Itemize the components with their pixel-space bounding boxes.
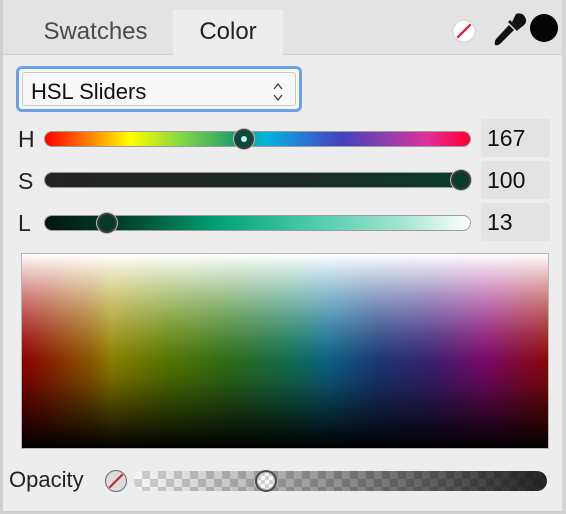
hue-label: H	[18, 126, 35, 152]
lightness-value-field[interactable]: 13	[481, 203, 550, 241]
lightness-label: L	[18, 210, 31, 236]
hue-slider-knob[interactable]	[234, 129, 254, 149]
tab-bar: Swatches Color	[3, 0, 562, 55]
lightness-slider-knob[interactable]	[97, 213, 117, 233]
saturation-slider-knob[interactable]	[451, 170, 471, 190]
saturation-value-field[interactable]: 100	[481, 161, 550, 199]
opacity-slider-track[interactable]	[134, 471, 547, 491]
mode-select[interactable]: HSL Sliders	[16, 66, 302, 112]
color-spectrum-field[interactable]	[21, 253, 549, 449]
current-color-swatch[interactable]	[530, 14, 558, 42]
mode-select-value: HSL Sliders	[31, 79, 147, 104]
panel-right-edge	[562, 0, 566, 514]
saturation-label: S	[18, 168, 34, 194]
opacity-label: Opacity	[9, 467, 84, 492]
tab-swatches[interactable]: Swatches	[23, 10, 168, 54]
tab-color[interactable]: Color	[173, 10, 283, 55]
chevron-up-down-icon	[273, 82, 283, 102]
no-color-icon[interactable]	[451, 18, 477, 44]
panel-left-edge	[0, 0, 3, 514]
hue-slider-track[interactable]	[44, 131, 471, 147]
hue-value-field[interactable]: 167	[481, 119, 550, 157]
saturation-slider-track[interactable]	[44, 172, 471, 188]
no-color-icon[interactable]	[104, 469, 128, 493]
opacity-slider-knob[interactable]	[255, 470, 277, 492]
eyedropper-icon[interactable]	[490, 10, 530, 50]
mode-select-field: HSL Sliders	[22, 72, 296, 106]
